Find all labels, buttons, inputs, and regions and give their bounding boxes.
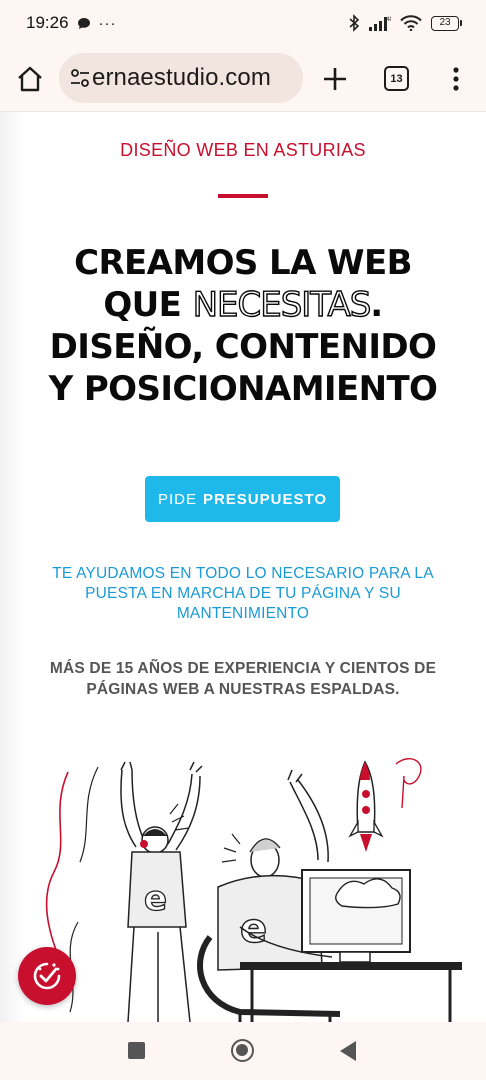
back-icon[interactable] <box>340 1041 356 1061</box>
support-paragraph: TE AYUDAMOS EN TODO LO NECESARIO PARA LA… <box>52 565 434 622</box>
system-nav-bar <box>0 1022 486 1080</box>
cookie-consent-icon <box>33 962 61 990</box>
more-vert-icon[interactable] <box>446 66 466 92</box>
more-notifications-icon: ··· <box>98 14 117 32</box>
plus-icon[interactable] <box>322 66 348 92</box>
chat-bubble-icon <box>77 17 90 29</box>
svg-text:e: e <box>144 879 167 919</box>
status-bar: 19:26 ··· 4G 23 <box>0 0 486 46</box>
cookie-consent-button[interactable] <box>18 947 76 1005</box>
cta-label-bold: PRESUPUESTO <box>202 490 328 508</box>
hero-illustration: e e <box>45 758 462 1022</box>
wifi-icon <box>400 15 422 31</box>
recents-icon[interactable] <box>128 1042 145 1059</box>
headline-outlined-word: NECESITAS <box>192 284 372 325</box>
headline-line-3: DISEÑO, CONTENIDO <box>49 327 437 367</box>
web-content: DISEÑO WEB EN ASTURIAS CREAMOS LA WEB QU… <box>0 112 486 1022</box>
battery-icon: 23 <box>431 15 462 31</box>
address-bar[interactable]: ernaestudio.com <box>59 53 303 103</box>
battery-level: 23 <box>431 15 459 31</box>
site-settings-icon[interactable] <box>69 67 91 89</box>
svg-text:4G: 4G <box>386 17 391 23</box>
phone-screen: 19:26 ··· 4G 23 <box>0 0 486 1080</box>
hero-headline: CREAMOS LA WEB QUE NECESITAS. DISEÑO, CO… <box>0 242 486 410</box>
cta-label-light: PIDE <box>157 490 197 508</box>
home-circle-icon[interactable] <box>231 1039 254 1062</box>
headline-line-2: QUE NECESITAS. <box>103 284 383 325</box>
bluetooth-icon <box>349 14 360 32</box>
status-time: 19:26 <box>26 13 69 32</box>
url-text[interactable]: ernaestudio.com <box>92 64 271 92</box>
headline-line-1: CREAMOS LA WEB <box>74 243 412 283</box>
browser-toolbar: ernaestudio.com 13 <box>0 46 486 112</box>
signal-icon: 4G <box>369 17 391 31</box>
headline-line-4: Y POSICIONAMIENTO <box>48 369 438 409</box>
hero-kicker: DISEÑO WEB EN ASTURIAS <box>120 140 366 160</box>
request-quote-button[interactable]: PIDE PRESUPUESTO <box>145 476 340 522</box>
status-right: 4G 23 <box>348 14 462 32</box>
home-icon[interactable] <box>14 63 46 95</box>
tabs-button[interactable]: 13 <box>384 66 409 91</box>
status-left: 19:26 ··· <box>26 13 117 33</box>
divider <box>218 194 268 198</box>
experience-paragraph: MÁS DE 15 AÑOS DE EXPERIENCIA Y CIENTOS … <box>49 660 437 698</box>
